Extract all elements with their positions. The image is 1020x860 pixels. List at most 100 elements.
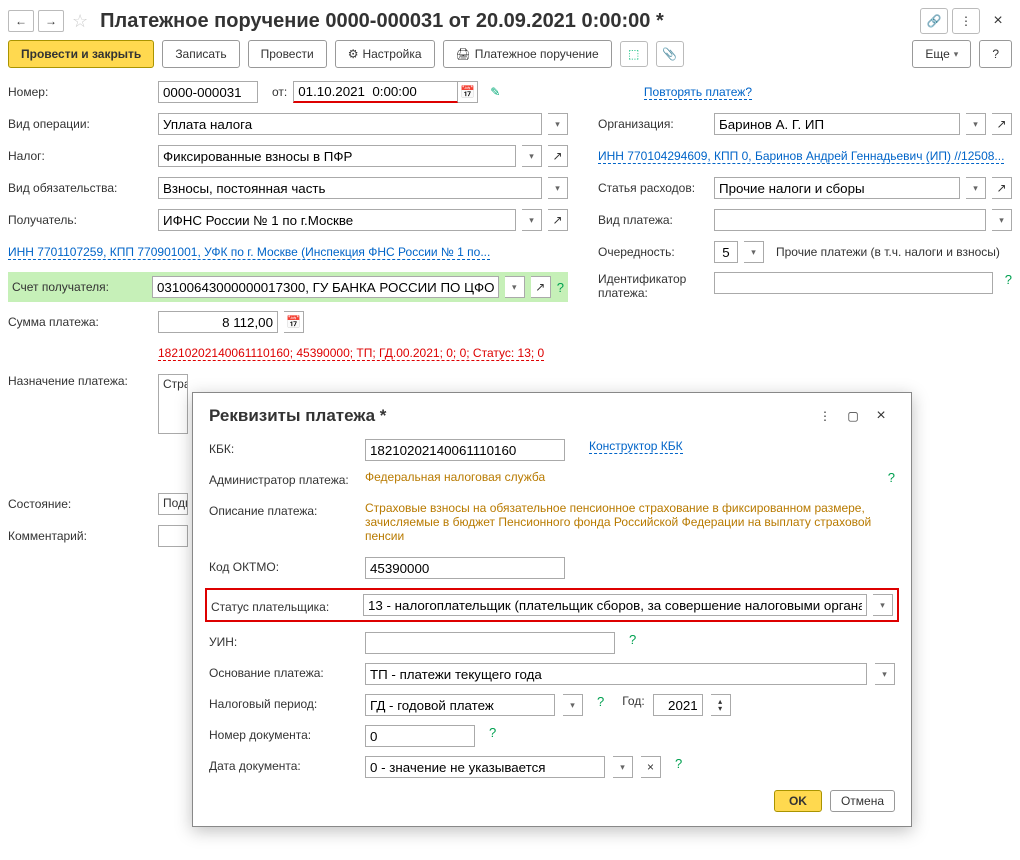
org-open[interactable]: ↗ — [992, 113, 1012, 135]
period-dropdown[interactable]: ▾ — [563, 694, 583, 716]
queue-input[interactable] — [714, 241, 738, 263]
purpose-label: Назначение платежа: — [8, 374, 152, 388]
recipient-input[interactable] — [158, 209, 516, 231]
process-button[interactable]: Провести — [248, 40, 327, 68]
queue-dropdown[interactable]: ▾ — [744, 241, 764, 263]
org-label: Организация: — [598, 117, 708, 131]
kebab-icon[interactable]: ⋮ — [952, 8, 980, 34]
recipient-dropdown[interactable]: ▾ — [522, 209, 542, 231]
status-dropdown[interactable]: ▾ — [873, 594, 893, 616]
org-dropdown[interactable]: ▾ — [966, 113, 986, 135]
structure-button[interactable]: ⬚ — [620, 41, 648, 67]
edit-date-icon[interactable]: ✎ — [490, 85, 500, 99]
docnum-input[interactable] — [365, 725, 475, 747]
admin-value: Федеральная налоговая служба — [365, 470, 545, 484]
close-icon[interactable]: × — [984, 8, 1012, 34]
write-button[interactable]: Записать — [162, 40, 239, 68]
docdate-input[interactable] — [365, 756, 605, 778]
acct-dropdown[interactable]: ▾ — [505, 276, 525, 298]
date-picker-button[interactable]: 📅 — [458, 81, 478, 103]
year-input[interactable] — [653, 694, 703, 716]
year-stepper[interactable]: ▴▾ — [711, 694, 731, 716]
help-button[interactable]: ? — [979, 40, 1012, 68]
state-input[interactable]: Подг — [158, 493, 188, 515]
payer-status-highlight: Статус плательщика: ▾ — [205, 588, 899, 622]
ok-button[interactable]: OK — [774, 790, 822, 812]
popup-close-icon[interactable]: × — [867, 403, 895, 429]
sum-input[interactable] — [158, 311, 278, 333]
paytype-input[interactable] — [714, 209, 986, 231]
settings-button[interactable]: ⚙Настройка — [335, 40, 435, 68]
expense-open[interactable]: ↗ — [992, 177, 1012, 199]
favorite-star-icon[interactable]: ☆ — [72, 11, 88, 32]
docdate-dropdown[interactable]: ▾ — [613, 756, 633, 778]
acct-open[interactable]: ↗ — [531, 276, 551, 298]
basis-dropdown[interactable]: ▾ — [875, 663, 895, 685]
period-help[interactable]: ? — [597, 694, 604, 709]
ident-input[interactable] — [714, 272, 993, 294]
attach-button[interactable]: 📎 — [656, 41, 684, 67]
tax-dropdown[interactable]: ▾ — [522, 145, 542, 167]
oblig-input[interactable] — [158, 177, 542, 199]
link-icon[interactable]: 🔗 — [920, 8, 948, 34]
purpose-textarea[interactable]: Стра — [158, 374, 188, 434]
admin-help[interactable]: ? — [888, 470, 895, 485]
basis-label: Основание платежа: — [209, 663, 357, 680]
page-title: Платежное поручение 0000-000031 от 20.09… — [100, 10, 916, 33]
expense-dropdown[interactable]: ▾ — [966, 177, 986, 199]
desc-label: Описание платежа: — [209, 501, 357, 518]
comment-label: Комментарий: — [8, 529, 152, 543]
cancel-button[interactable]: Отмена — [830, 790, 895, 812]
acct-label: Счет получателя: — [12, 280, 146, 294]
docdate-help[interactable]: ? — [675, 756, 682, 771]
docdate-clear[interactable]: × — [641, 756, 661, 778]
oblig-dropdown[interactable]: ▾ — [548, 177, 568, 199]
kbk-label: КБК: — [209, 439, 357, 456]
popup-kebab-icon[interactable]: ⋮ — [811, 403, 839, 429]
expense-input[interactable] — [714, 177, 960, 199]
basis-input[interactable] — [365, 663, 867, 685]
year-label: Год: — [622, 694, 644, 708]
org-input[interactable] — [714, 113, 960, 135]
forward-button[interactable]: → — [38, 10, 64, 32]
print-button[interactable]: 🖨Платежное поручение — [443, 40, 612, 68]
date-input[interactable] — [293, 81, 458, 103]
desc-value: Страховые взносы на обязательное пенсион… — [365, 501, 895, 543]
payment-requisites-popup: Реквизиты платежа * ⋮ ▢ × КБК: Конструкт… — [192, 392, 912, 827]
period-label: Налоговый период: — [209, 694, 357, 711]
recipient-open[interactable]: ↗ — [548, 209, 568, 231]
back-button[interactable]: ← — [8, 10, 34, 32]
process-close-button[interactable]: Провести и закрыть — [8, 40, 154, 68]
org-details-link[interactable]: ИНН 770104294609, КПП 0, Баринов Андрей … — [598, 149, 1004, 164]
sum-label: Сумма платежа: — [8, 315, 152, 329]
requisites-link[interactable]: 18210202140061110160; 45390000; ТП; ГД.0… — [158, 346, 544, 361]
kbk-input[interactable] — [365, 439, 565, 461]
number-input[interactable] — [158, 81, 258, 103]
docdate-label: Дата документа: — [209, 756, 357, 773]
op-input[interactable] — [158, 113, 542, 135]
comment-input[interactable] — [158, 525, 188, 547]
tax-open[interactable]: ↗ — [548, 145, 568, 167]
paytype-dropdown[interactable]: ▾ — [992, 209, 1012, 231]
op-dropdown[interactable]: ▾ — [548, 113, 568, 135]
popup-maximize-icon[interactable]: ▢ — [839, 403, 867, 429]
more-button[interactable]: Еще ▾ — [912, 40, 971, 68]
uin-label: УИН: — [209, 632, 357, 649]
acct-input[interactable] — [152, 276, 499, 298]
recipient-label: Получатель: — [8, 213, 152, 227]
repeat-payment-link[interactable]: Повторять платеж? — [644, 85, 752, 100]
oktmo-input[interactable] — [365, 557, 565, 579]
kbk-constructor-link[interactable]: Конструктор КБК — [589, 439, 683, 454]
docnum-label: Номер документа: — [209, 725, 357, 742]
period-input[interactable] — [365, 694, 555, 716]
uin-help[interactable]: ? — [629, 632, 636, 647]
ident-help[interactable]: ? — [1005, 272, 1012, 287]
status-input[interactable] — [363, 594, 867, 616]
acct-help[interactable]: ? — [557, 280, 564, 295]
sum-calc[interactable]: 📅 — [284, 311, 304, 333]
docnum-help[interactable]: ? — [489, 725, 496, 740]
oktmo-label: Код ОКТМО: — [209, 557, 357, 574]
uin-input[interactable] — [365, 632, 615, 654]
recipient-details-link[interactable]: ИНН 7701107259, КПП 770901001, УФК по г.… — [8, 245, 490, 260]
tax-input[interactable] — [158, 145, 516, 167]
